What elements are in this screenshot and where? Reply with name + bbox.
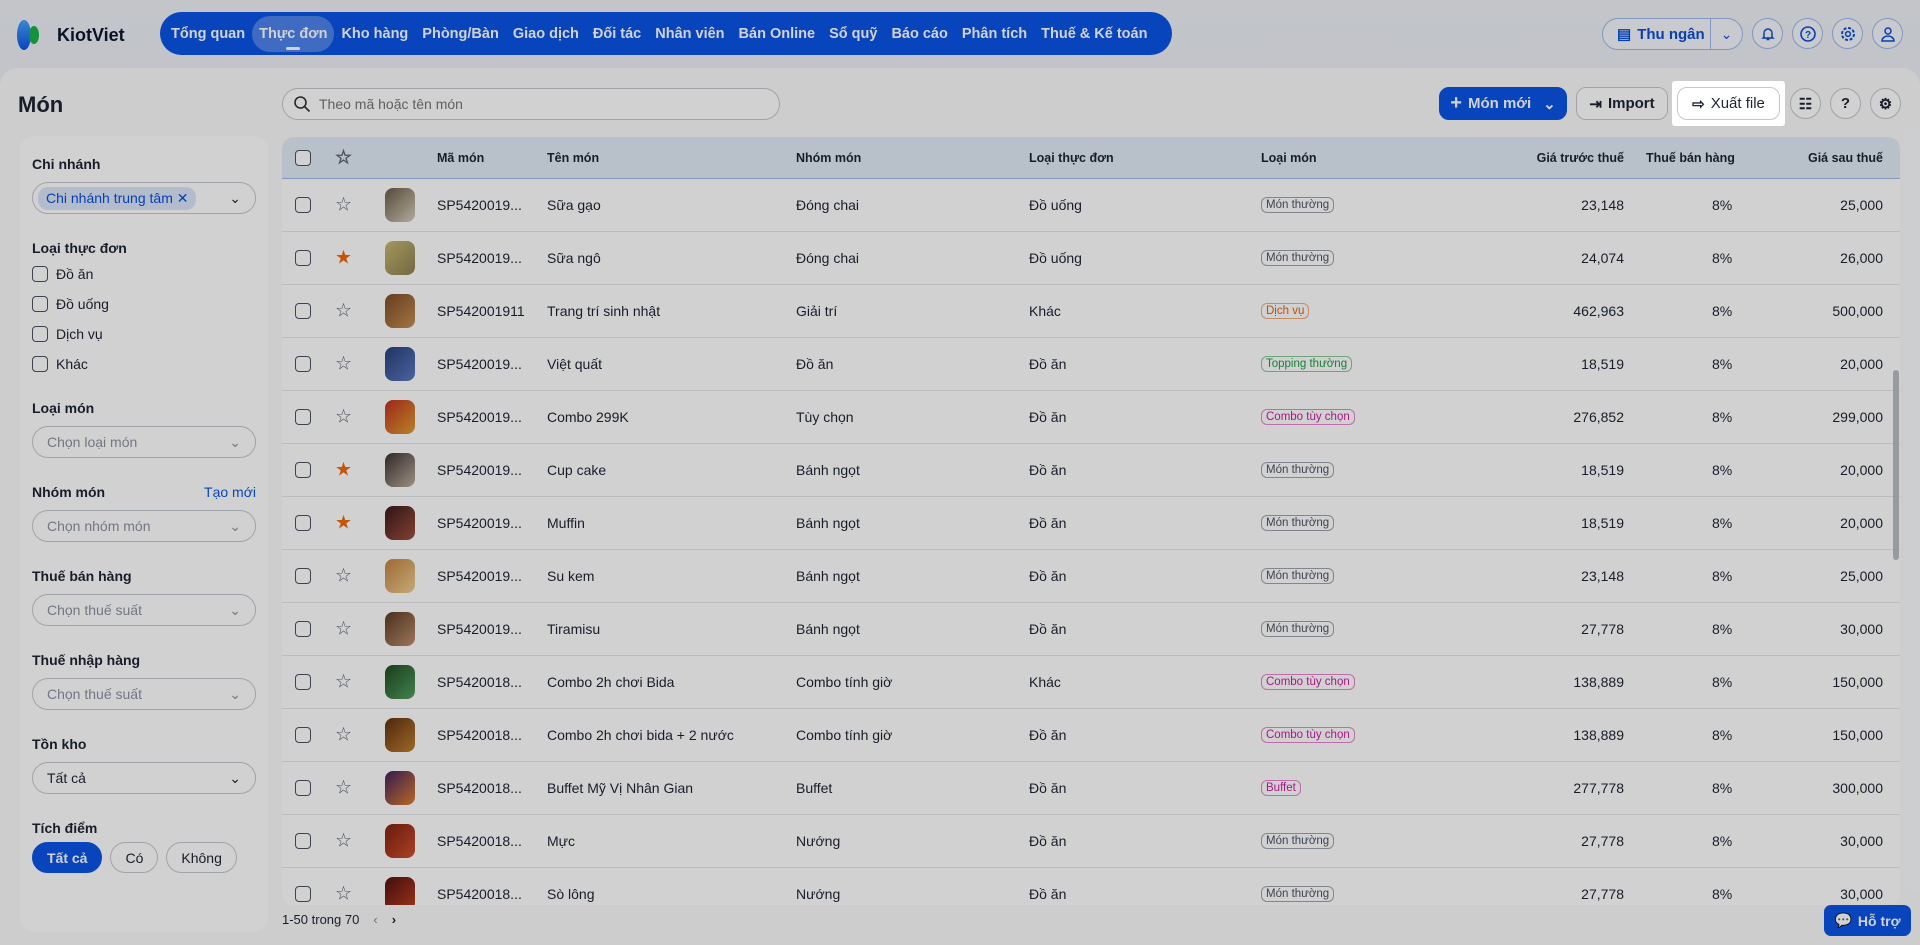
export-highlight: ⇨ Xuất file	[1672, 81, 1785, 126]
tour-overlay	[0, 0, 1920, 945]
export-icon: ⇨	[1692, 95, 1705, 113]
export-file-button[interactable]: ⇨ Xuất file	[1677, 87, 1780, 120]
export-label: Xuất file	[1710, 95, 1765, 112]
